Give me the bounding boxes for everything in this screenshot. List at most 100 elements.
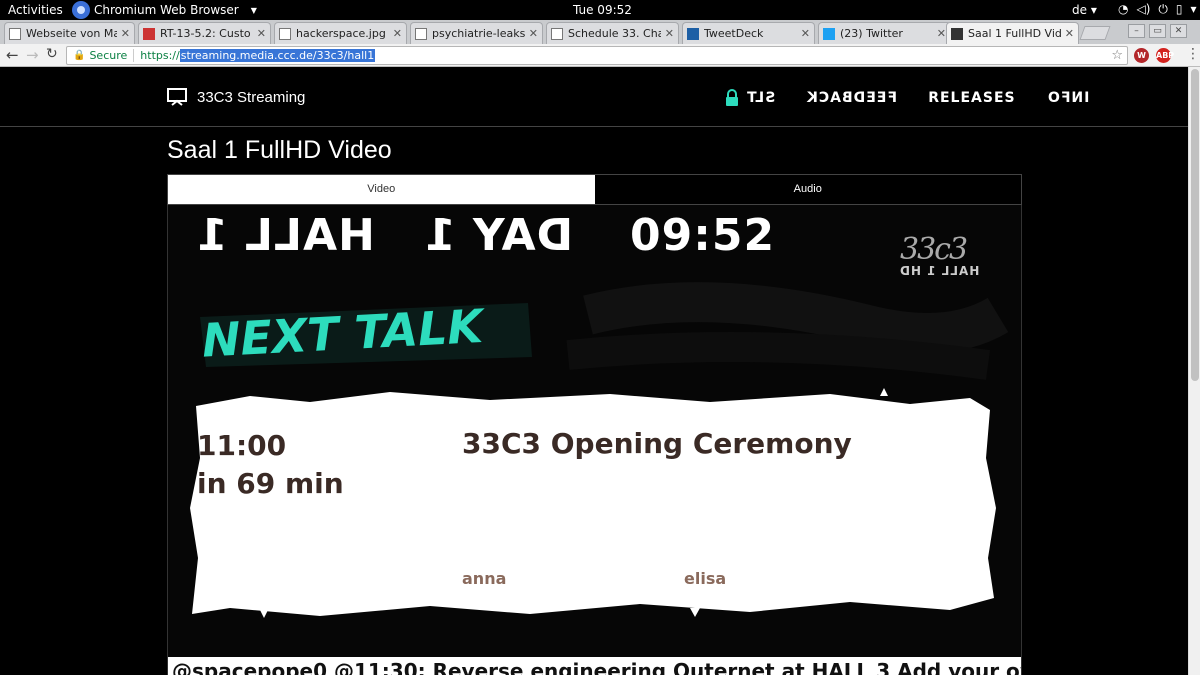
tab-title: (23) Twitter [840, 27, 903, 40]
keyboard-language[interactable]: de ▾ [1072, 3, 1097, 17]
video-player[interactable]: HALL 1 DAY 1 09:52 33c3 HALL 1 HD NEXT T… [167, 205, 1022, 675]
close-window-icon[interactable]: ✕ [1170, 24, 1187, 38]
tweetdeck-icon [687, 27, 699, 40]
talk-title: 33C3 Opening Ceremony [462, 427, 852, 460]
close-icon[interactable]: ✕ [393, 27, 402, 40]
clock[interactable]: Tue 09:52 [573, 3, 632, 17]
close-icon[interactable]: ✕ [257, 27, 266, 40]
browser-tab-strip: Webseite von Ma ✕ RT-13-5.2: Custo ✕ hac… [0, 20, 1200, 44]
browser-tab-active[interactable]: Saal 1 FullHD Vid ✕ [946, 22, 1079, 44]
maximize-icon[interactable]: ▭ [1149, 24, 1166, 38]
page-icon [9, 27, 21, 40]
browser-tab[interactable]: TweetDeck ✕ [682, 22, 815, 44]
adblock-extension-icon[interactable]: ABP [1156, 48, 1174, 63]
app-name: Chromium Web Browser [94, 3, 239, 17]
clock-heading: 09:52 [630, 210, 776, 261]
page-scrollbar[interactable] [1188, 67, 1200, 675]
tab-title: psychiatrie-leaks [432, 27, 525, 40]
speaker-name: anna [462, 569, 507, 588]
day-heading: DAY 1 [424, 210, 573, 261]
hall-heading-text: HALL 1 [196, 210, 375, 261]
scrollbar-thumb[interactable] [1191, 69, 1199, 381]
browser-menu-icon[interactable]: ⋮ [1186, 46, 1200, 62]
pdf-icon [143, 27, 155, 40]
stream-icon [951, 27, 963, 40]
page-icon [551, 27, 563, 40]
tab-title: Saal 1 FullHD Vid [968, 27, 1061, 40]
event-logo: 33c3 [900, 232, 968, 267]
hall-hd-text: HALL 1 HD [899, 264, 980, 278]
tab-title: Schedule 33. Cha [568, 27, 661, 40]
new-tab-button[interactable] [1079, 26, 1111, 40]
nav-feedback[interactable]: FEEDBACK [806, 89, 897, 106]
battery-icon: ▯ [1175, 2, 1183, 16]
tab-video[interactable]: Video [168, 175, 595, 204]
close-icon[interactable]: ✕ [801, 27, 810, 40]
browser-tab[interactable]: Schedule 33. Cha ✕ [546, 22, 679, 44]
nav-label: FEEDBACK [806, 89, 898, 106]
lock-icon: 🔒 [73, 50, 86, 61]
minimize-icon[interactable]: – [1128, 24, 1145, 38]
reload-icon[interactable]: ↻ [46, 46, 58, 62]
nav-info[interactable]: INFO [1047, 89, 1089, 106]
nav-label: SLT [746, 89, 776, 106]
url-text: streaming.media.ccc.de/33c3/hall1 [179, 49, 376, 62]
page-icon [279, 27, 291, 40]
nav-releases[interactable]: RELEASES [928, 89, 1015, 106]
tab-title: Webseite von Ma [26, 27, 117, 40]
screen-icon [167, 88, 187, 106]
os-top-bar: Activities Chromium Web Browser ▼ Tue 09… [0, 0, 1200, 20]
omnibox-divider [133, 49, 135, 62]
close-icon[interactable]: ✕ [937, 27, 946, 40]
bookmark-star-icon[interactable]: ☆ [1111, 48, 1123, 63]
address-bar[interactable]: 🔒 Secure https:// streaming.media.ccc.de… [66, 46, 1128, 65]
talk-start-time: 11:00 [197, 429, 287, 462]
wot-extension-icon[interactable]: W [1134, 48, 1149, 63]
close-icon[interactable]: ✕ [529, 27, 538, 40]
next-talk-banner: NEXT TALK [200, 299, 532, 368]
close-icon[interactable]: ✕ [665, 27, 674, 40]
browser-tab[interactable]: Webseite von Ma ✕ [4, 22, 135, 44]
speaker-name: elisa [684, 569, 727, 588]
system-tray[interactable]: ◔ ◁) ⏻ ▯ ▾ [1118, 2, 1197, 17]
dropdown-caret-icon: ▼ [250, 5, 257, 15]
twitter-icon [823, 27, 835, 40]
page-icon [415, 27, 427, 40]
news-ticker: @spacepope0 @11:30: Reverse engineering … [168, 657, 1021, 675]
site-brand[interactable]: 33C3 Streaming [167, 88, 305, 106]
site-nav-links: SLT FEEDBACK RELEASES INFO [726, 89, 1089, 106]
site-navbar: 33C3 Streaming SLT FEEDBACK RELEASES INF… [0, 67, 1188, 127]
hall-heading: HALL 1 [196, 210, 375, 261]
close-icon[interactable]: ✕ [1065, 27, 1074, 40]
forward-arrow-icon[interactable]: → [26, 46, 39, 64]
chromium-icon [72, 1, 90, 19]
tab-title: RT-13-5.2: Custo [160, 27, 251, 40]
media-tabs: Video Audio [167, 174, 1022, 205]
browser-tab[interactable]: psychiatrie-leaks ✕ [410, 22, 543, 44]
talk-time: 11:00 in 69 min [197, 427, 344, 503]
browser-tab[interactable]: (23) Twitter ✕ [818, 22, 951, 44]
url-scheme: https:// [140, 49, 180, 62]
lock-icon [726, 89, 738, 106]
app-menu[interactable]: Chromium Web Browser ▼ [72, 1, 257, 19]
window-controls: – ▭ ✕ [1128, 24, 1187, 38]
browser-tab[interactable]: hackerspace.jpg ( ✕ [274, 22, 407, 44]
security-label: Secure [89, 49, 128, 62]
brand-label: 33C3 Streaming [197, 88, 306, 106]
language-label: de [1072, 3, 1087, 17]
nav-slt[interactable]: SLT [726, 89, 775, 106]
nav-label: INFO [1046, 89, 1089, 106]
tab-audio[interactable]: Audio [594, 175, 1021, 204]
page-viewport: 33C3 Streaming SLT FEEDBACK RELEASES INF… [0, 67, 1188, 675]
browser-tab[interactable]: RT-13-5.2: Custo ✕ [138, 22, 271, 44]
day-heading-text: DAY 1 [424, 210, 574, 261]
activities-button[interactable]: Activities [8, 3, 63, 17]
system-menu-caret-icon: ▾ [1190, 2, 1197, 16]
page-title: Saal 1 FullHD Video [167, 136, 392, 164]
back-arrow-icon[interactable]: ← [6, 46, 19, 64]
wifi-icon: ◔ [1118, 2, 1129, 16]
talk-countdown: in 69 min [197, 467, 344, 500]
browser-toolbar: ← → ↻ 🔒 Secure https:// streaming.media.… [0, 44, 1200, 67]
power-icon: ⏻ [1158, 2, 1168, 16]
close-icon[interactable]: ✕ [121, 27, 130, 40]
